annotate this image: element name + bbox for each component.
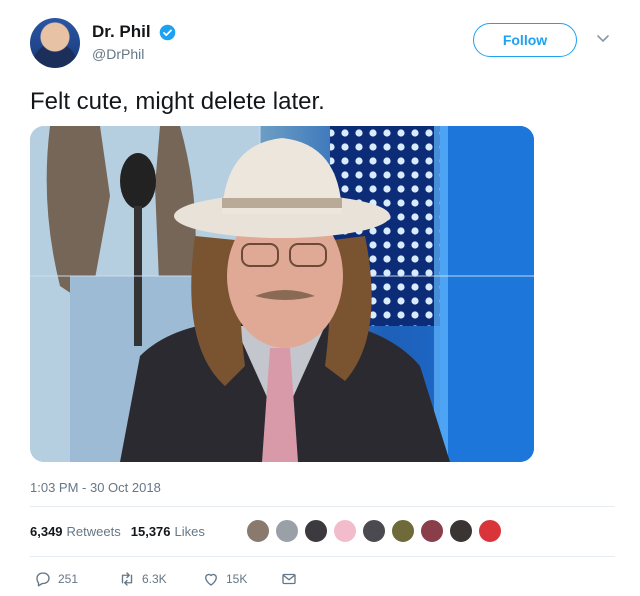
divider	[30, 556, 615, 557]
photo-illustration	[30, 126, 534, 462]
liker-avatar-3[interactable]	[304, 519, 328, 543]
liker-avatar-5[interactable]	[362, 519, 386, 543]
display-name[interactable]: Dr. Phil	[92, 22, 151, 42]
user-name-block: Dr. Phil @DrPhil	[92, 22, 176, 62]
tweet-text: Felt cute, might delete later.	[30, 88, 325, 115]
like-count: 15K	[226, 572, 248, 586]
liker-avatar-4[interactable]	[333, 519, 357, 543]
follow-button[interactable]: Follow	[473, 23, 577, 57]
user-handle[interactable]: @DrPhil	[92, 46, 176, 62]
liker-avatar-6[interactable]	[391, 519, 415, 543]
envelope-icon	[282, 573, 296, 585]
liker-avatar-9[interactable]	[478, 519, 502, 543]
tweet-header: Dr. Phil @DrPhil Follow	[30, 18, 620, 70]
reply-icon	[36, 572, 50, 587]
liker-avatar-8[interactable]	[449, 519, 473, 543]
direct-message-button[interactable]	[280, 570, 298, 588]
likes-count[interactable]: 15,376	[131, 524, 171, 539]
liker-avatar-2[interactable]	[275, 519, 299, 543]
retweets-label[interactable]: Retweets	[67, 524, 121, 539]
reply-button[interactable]: 251	[34, 570, 78, 588]
tweet-stats: 6,349 Retweets 15,376 Likes	[30, 519, 215, 543]
like-button[interactable]: 15K	[202, 570, 247, 588]
retweets-count[interactable]: 6,349	[30, 524, 63, 539]
heart-icon	[205, 573, 217, 586]
retweet-count: 6.3K	[142, 572, 167, 586]
retweet-button[interactable]: 6.3K	[118, 570, 167, 588]
verified-badge-icon	[159, 24, 176, 40]
likes-label[interactable]: Likes	[175, 524, 205, 539]
liker-avatar-7[interactable]	[420, 519, 444, 543]
tweet-timestamp[interactable]: 1:03 PM - 30 Oct 2018	[30, 480, 161, 495]
avatar[interactable]	[30, 18, 80, 68]
retweet-icon	[121, 572, 133, 586]
chevron-down-icon[interactable]	[596, 34, 610, 44]
reply-count: 251	[58, 572, 79, 586]
liker-avatar-1[interactable]	[246, 519, 270, 543]
tweet-photo[interactable]	[30, 126, 534, 462]
divider	[30, 506, 615, 507]
